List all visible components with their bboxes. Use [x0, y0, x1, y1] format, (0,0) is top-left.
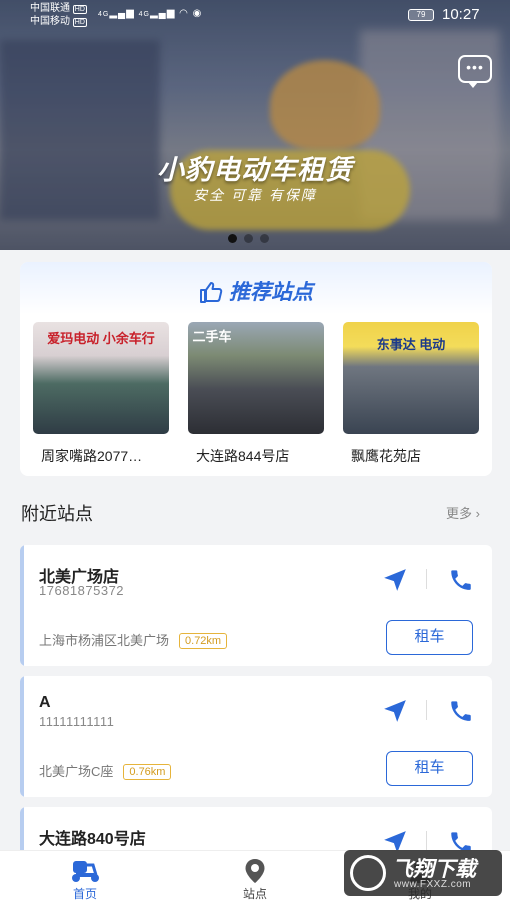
tab-label: 站点	[242, 887, 267, 901]
nearby-site-card[interactable]: 北美广场店 17681875372 上海市杨浦区北美广场 0.72km 租车	[20, 545, 492, 666]
site-name: 大连路840号店	[39, 831, 146, 848]
recommended-title: 推荐站点	[20, 276, 492, 309]
rent-button[interactable]: 租车	[386, 620, 473, 655]
thumbs-up-icon	[199, 281, 223, 309]
battery-icon: 79	[408, 9, 434, 21]
status-bar: 中国联通 HD 中国移动 HD 4G▂▄▆ 4G▂▄▆ ◠ ◉ 79 10:27	[0, 0, 510, 30]
signal-icon: 4G▂▄▆ 4G▂▄▆ ◠ ◉	[98, 8, 203, 19]
carousel-dot[interactable]	[228, 234, 237, 243]
chat-bubble-icon[interactable]: •••	[458, 55, 492, 88]
site-name: A	[39, 694, 51, 711]
recommended-store[interactable]: 东事达 电动 飘鹰花苑店	[343, 322, 479, 466]
chevron-right-icon: ›	[475, 506, 480, 521]
banner-title: 小豹电动车租赁	[157, 155, 353, 185]
carousel-dot[interactable]	[244, 234, 253, 243]
store-name: 飘鹰花苑店	[351, 448, 421, 464]
carousel-dot[interactable]	[260, 234, 269, 243]
recommended-stations-card: 推荐站点 爱玛电动 小余车行 周家嘴路2077… 二手车 大连路844号店 东事…	[20, 262, 492, 476]
site-address: 上海市杨浦区北美广场 0.72km	[39, 630, 228, 649]
recommended-store[interactable]: 二手车 大连路844号店	[188, 322, 324, 466]
store-name: 大连路844号店	[196, 448, 290, 464]
site-address: 北美广场C座 0.76km	[39, 761, 172, 780]
navigate-icon[interactable]	[382, 698, 408, 724]
store-sign: 爱玛电动 小余车行	[47, 331, 155, 346]
site-phone: 11111111111	[39, 714, 115, 729]
clock: 10:27	[442, 6, 480, 23]
store-photo[interactable]: 二手车	[188, 322, 324, 434]
more-link[interactable]: 更多 ›	[446, 503, 480, 522]
watermark-logo-icon	[350, 855, 386, 891]
tab-home[interactable]: 首页	[45, 857, 125, 902]
nearby-site-card[interactable]: A 11111111111 北美广场C座 0.76km 租车	[20, 676, 492, 797]
watermark-url: www.FXXZ.com	[394, 879, 472, 890]
carrier-info: 中国联通 HD 中国移动 HD	[30, 3, 87, 27]
banner-subtitle: 安全 可靠 有保障	[193, 187, 317, 203]
location-pin-icon	[215, 857, 295, 885]
hero-banner[interactable]: 中国联通 HD 中国移动 HD 4G▂▄▆ 4G▂▄▆ ◠ ◉ 79 10:27…	[0, 0, 510, 250]
store-sign: 二手车	[192, 329, 232, 344]
phone-icon[interactable]	[448, 567, 474, 593]
navigate-icon[interactable]	[382, 567, 408, 593]
site-phone: 17681875372	[39, 583, 125, 598]
scooter-icon	[45, 857, 125, 885]
tab-station[interactable]: 站点	[215, 857, 295, 902]
recommended-store[interactable]: 爱玛电动 小余车行 周家嘴路2077…	[33, 322, 169, 466]
tab-label: 首页	[72, 887, 97, 901]
phone-icon[interactable]	[448, 698, 474, 724]
watermark: 飞翔下载 www.FXXZ.com	[344, 850, 502, 896]
store-name: 周家嘴路2077…	[41, 448, 143, 464]
store-sign: 东事达 电动	[376, 337, 446, 352]
distance-badge: 0.72km	[179, 633, 228, 649]
carousel-dots[interactable]	[228, 230, 276, 248]
distance-badge: 0.76km	[123, 764, 172, 780]
store-photo[interactable]: 爱玛电动 小余车行	[33, 322, 169, 434]
rent-button[interactable]: 租车	[386, 751, 473, 786]
store-photo[interactable]: 东事达 电动	[343, 322, 479, 434]
nearby-title: 附近站点	[21, 504, 93, 524]
